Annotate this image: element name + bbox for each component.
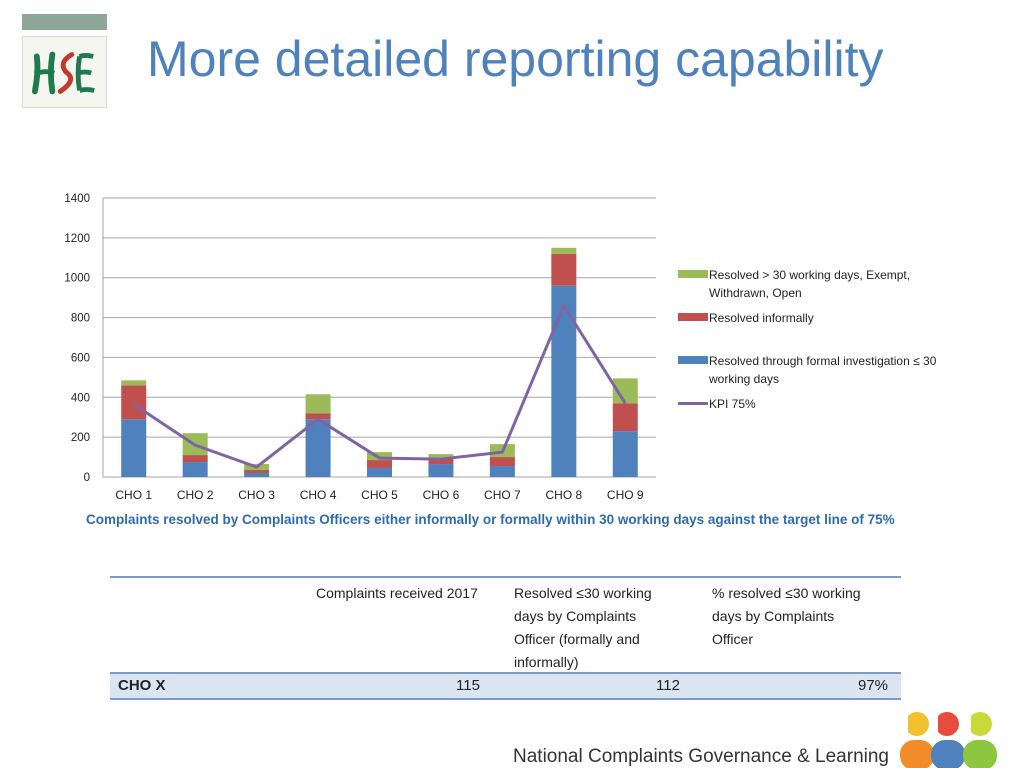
bar-segment (305, 394, 331, 414)
bar-segment (551, 247, 577, 254)
bar-segment (551, 253, 577, 286)
y-tick-label: 600 (71, 352, 90, 364)
bar-segment (489, 457, 515, 467)
bar-segment (367, 460, 392, 469)
legend-label: KPI 75% (709, 397, 756, 411)
legend-label: Resolved > 30 working days, Exempt, With… (709, 268, 911, 300)
header-percent: % resolved ≤30 working days by Complaint… (712, 582, 861, 651)
slide-title: More detailed reporting capability (147, 31, 884, 87)
hse-logo (22, 36, 107, 108)
logo-bar (22, 14, 107, 30)
x-tick-label: CHO 6 (423, 488, 460, 502)
legend-label: Resolved through formal investigation ≤ … (709, 354, 937, 386)
header-line: % resolved ≤30 working (712, 585, 861, 601)
y-tick-label: 1400 (64, 193, 90, 205)
header-line: Officer (formally and (514, 631, 640, 647)
bar-segment (489, 466, 515, 477)
legend-swatch-blue (678, 356, 708, 364)
bar-segment (612, 403, 638, 432)
chart-caption: Complaints resolved by Complaints Office… (86, 512, 895, 527)
y-tick-label: 200 (71, 432, 90, 444)
header-resolved: Resolved ≤30 working days by Complaints … (514, 582, 652, 674)
bar-segment (244, 473, 270, 477)
row-received: 115 (456, 677, 480, 694)
x-tick-label: CHO 4 (300, 488, 337, 502)
stacked-bar-chart: 0 200 400 600 800 1000 1200 1400 CHO 1 CHO 2 CHO 3… (64, 193, 656, 502)
legend-item-other: Resolved > 30 working days, Exempt, With… (678, 266, 978, 302)
row-label: CHO X (118, 677, 166, 694)
legend-item-informal: Resolved informally (678, 309, 978, 327)
bar-segment (182, 462, 208, 477)
bar-segment (182, 455, 208, 463)
x-tick-label: CHO 3 (238, 488, 275, 502)
x-tick-label: CHO 8 (545, 488, 582, 502)
people-dots-logo (895, 710, 1024, 768)
bar-segment (428, 464, 454, 477)
footer-text: National Complaints Governance & Learnin… (513, 746, 889, 767)
table-row: CHO X 115 112 97% (110, 674, 901, 698)
x-tick-label: CHO 7 (484, 488, 521, 502)
y-tick-label: 0 (84, 472, 90, 484)
header-received: Complaints received 2017 (316, 582, 478, 605)
legend-swatch-green (678, 270, 708, 278)
bar-segment (121, 385, 147, 420)
x-tick-label: CHO 2 (177, 488, 214, 502)
table-header: Complaints received 2017 Resolved ≤30 wo… (110, 578, 901, 672)
bar-segment (551, 285, 577, 477)
header-line: Resolved ≤30 working (514, 585, 652, 601)
row-percent: 97% (858, 677, 889, 694)
header-line: days by Complaints (712, 608, 835, 624)
bar-segment (367, 468, 392, 477)
people-dots-icon (900, 712, 997, 768)
results-table: Complaints received 2017 Resolved ≤30 wo… (110, 576, 901, 700)
header-line: informally) (514, 654, 579, 670)
legend-item-kpi: KPI 75% (678, 395, 978, 413)
legend-label: Resolved informally (709, 311, 814, 325)
x-tick-label: CHO 9 (607, 488, 644, 502)
header-line: days by Complaints (514, 608, 637, 624)
header-line: Officer (712, 631, 753, 647)
bar-segment (612, 431, 638, 477)
legend-swatch-red (678, 313, 708, 321)
legend-item-formal: Resolved through formal investigation ≤ … (678, 352, 978, 388)
table-bottom-rule (110, 698, 901, 700)
y-tick-label: 1200 (64, 233, 90, 245)
header-line: Complaints received 2017 (316, 585, 478, 601)
bar-segment (121, 380, 147, 386)
bar-segment (121, 419, 147, 477)
y-tick-label: 400 (71, 392, 90, 404)
legend-line-purple (678, 402, 708, 405)
y-tick-label: 1000 (64, 273, 90, 285)
hse-logo-icon (31, 51, 95, 95)
bar-segment (244, 470, 270, 474)
row-resolved: 112 (656, 677, 680, 694)
x-tick-label: CHO 5 (361, 488, 398, 502)
x-tick-label: CHO 1 (115, 488, 152, 502)
y-tick-label: 800 (71, 313, 90, 325)
